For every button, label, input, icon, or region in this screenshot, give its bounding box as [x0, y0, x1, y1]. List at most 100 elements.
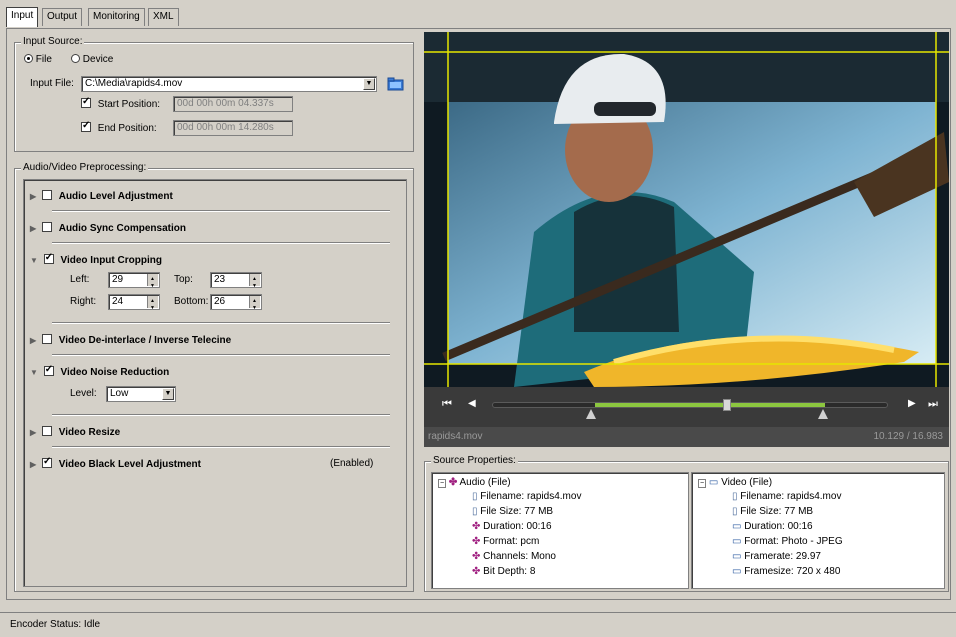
collapse-arrow-icon[interactable]: ▼ [30, 368, 38, 377]
device-radio[interactable]: Device [71, 54, 113, 65]
audio-sync-checkbox[interactable] [41, 222, 52, 232]
black-level-status: (Enabled) [330, 458, 374, 469]
resize-checkbox[interactable] [41, 426, 52, 436]
deinterlace-row[interactable]: ▶ Video De-interlace / Inverse Telecine [30, 334, 231, 346]
resize-row[interactable]: ▶ Video Resize [30, 426, 120, 438]
video-filename: rapids4.mov [428, 431, 483, 442]
video-header-label: Video (File) [721, 477, 773, 488]
tree-item[interactable]: ▭ Framesize: 720 x 480 [732, 566, 840, 577]
start-marker-icon[interactable] [586, 409, 596, 419]
noise-label: Video Noise Reduction [60, 367, 170, 378]
tree-item[interactable]: ✤ Bit Depth: 8 [472, 566, 535, 577]
folder-icon [387, 77, 404, 91]
browse-folder-button[interactable] [387, 76, 405, 92]
audio-tree: − ✤ Audio (File) ▯ Filename: rapids4.mov… [431, 472, 689, 589]
crop-top-label: Top: [174, 274, 193, 285]
expand-arrow-icon[interactable]: ▶ [30, 460, 36, 469]
audio-icon: ✤ [472, 536, 481, 547]
collapse-icon[interactable]: − [438, 479, 447, 488]
tree-item[interactable]: ✤ Duration: 00:16 [472, 521, 552, 532]
noise-checkbox[interactable] [43, 364, 54, 376]
crop-left-spinner[interactable]: 29 [108, 272, 160, 288]
end-position-checkbox[interactable] [81, 120, 91, 132]
video-frame-image [424, 32, 949, 387]
encoder-status: Encoder Status: Idle [10, 619, 101, 630]
step-back-icon[interactable]: ◀ [468, 398, 476, 409]
tree-item[interactable]: ▯ Filename: rapids4.mov [472, 491, 581, 502]
radio-device[interactable] [71, 54, 80, 63]
collapse-icon[interactable]: − [698, 479, 707, 488]
expand-arrow-icon[interactable]: ▶ [30, 192, 36, 201]
tree-item[interactable]: ✤ Format: pcm [472, 536, 539, 547]
spinner-arrows-icon[interactable] [147, 295, 158, 309]
spinner-arrows-icon[interactable] [249, 295, 260, 309]
tree-item[interactable]: ▯ File Size: 77 MB [732, 506, 813, 517]
file-radio[interactable]: File [24, 54, 52, 65]
audio-level-label: Audio Level Adjustment [58, 191, 173, 202]
crop-label: Video Input Cropping [60, 255, 162, 266]
file-label: File [35, 54, 52, 65]
chevron-down-icon[interactable]: ▼ [162, 388, 174, 400]
black-level-row[interactable]: ▶ Video Black Level Adjustment [30, 456, 201, 470]
step-forward-icon[interactable]: ▶ [908, 398, 916, 409]
end-position-field[interactable]: 00d 00h 00m 14.280s [173, 120, 293, 136]
spinner-arrows-icon[interactable] [147, 273, 158, 287]
tree-item[interactable]: ✤ Channels: Mono [472, 551, 556, 562]
tree-item[interactable]: ▭ Framerate: 29.97 [732, 551, 821, 562]
audio-tree-header[interactable]: − ✤ Audio (File) [438, 477, 511, 488]
skip-forward-icon[interactable]: ⏭ [928, 398, 938, 411]
expand-arrow-icon[interactable]: ▶ [30, 428, 36, 437]
tree-item[interactable]: ▯ File Size: 77 MB [472, 506, 553, 517]
tree-item[interactable]: ▭ Duration: 00:16 [732, 521, 813, 532]
tab-output[interactable]: Output [42, 8, 83, 26]
crop-row[interactable]: ▼ Video Input Cropping [30, 252, 162, 266]
audio-sync-row[interactable]: ▶ Audio Sync Compensation [30, 222, 186, 234]
start-position-field[interactable]: 00d 00h 00m 04.337s [173, 96, 293, 112]
start-position-row[interactable]: Start Position: [81, 96, 160, 110]
tree-item-label: Filename: rapids4.mov [480, 491, 582, 502]
timeline-track[interactable] [492, 399, 888, 411]
tree-item-label: File Size: 77 MB [480, 506, 554, 517]
noise-level-select[interactable]: Low ▼ [106, 386, 176, 402]
crop-top-spinner[interactable]: 23 [210, 272, 262, 288]
playhead-thumb[interactable] [723, 399, 731, 411]
black-level-checkbox[interactable] [41, 456, 52, 468]
chevron-down-icon[interactable]: ▼ [363, 78, 375, 90]
video-icon: ▭ [732, 536, 742, 547]
tab-xml[interactable]: XML [148, 8, 179, 26]
tree-item-label: Format: pcm [483, 536, 540, 547]
noise-row[interactable]: ▼ Video Noise Reduction [30, 364, 170, 378]
audio-level-row[interactable]: ▶ Audio Level Adjustment [30, 190, 173, 202]
video-tree-header[interactable]: − ▭ Video (File) [698, 477, 772, 488]
selection-range [595, 403, 825, 407]
tree-item[interactable]: ▭ Format: Photo - JPEG [732, 536, 843, 547]
tab-input[interactable]: Input [6, 7, 39, 27]
input-source-group: Input Source: File Device Input File: C:… [14, 36, 414, 152]
deinterlace-checkbox[interactable] [41, 334, 52, 344]
tree-item[interactable]: ▯ Filename: rapids4.mov [732, 491, 841, 502]
end-marker-icon[interactable] [818, 409, 828, 419]
tab-monitoring[interactable]: Monitoring [88, 8, 145, 26]
expand-arrow-icon[interactable]: ▶ [30, 224, 36, 233]
tree-item-label: File Size: 77 MB [740, 506, 814, 517]
crop-bottom-spinner[interactable]: 26 [210, 294, 262, 310]
collapse-arrow-icon[interactable]: ▼ [30, 256, 38, 265]
crop-bottom-label: Bottom: [174, 296, 209, 307]
crop-checkbox[interactable] [43, 252, 54, 264]
end-position-row[interactable]: End Position: [81, 120, 157, 134]
spinner-arrows-icon[interactable] [249, 273, 260, 287]
skip-back-icon[interactable]: ⏮ [442, 398, 452, 411]
expand-arrow-icon[interactable]: ▶ [30, 336, 36, 345]
audio-icon: ✤ [472, 566, 481, 577]
crop-left-label: Left: [70, 274, 90, 285]
start-position-checkbox[interactable] [81, 96, 91, 108]
crop-right-spinner[interactable]: 24 [108, 294, 160, 310]
video-time: 10.129 / 16.983 [873, 431, 943, 442]
document-icon: ▯ [732, 506, 738, 517]
tree-item-label: Duration: 00:16 [483, 521, 552, 532]
input-file-combo[interactable]: C:\Media\rapids4.mov ▼ [81, 76, 377, 92]
audio-header-label: Audio (File) [459, 477, 511, 488]
crop-right-label: Right: [70, 296, 97, 307]
radio-file[interactable] [24, 54, 33, 63]
audio-level-checkbox[interactable] [41, 190, 52, 200]
